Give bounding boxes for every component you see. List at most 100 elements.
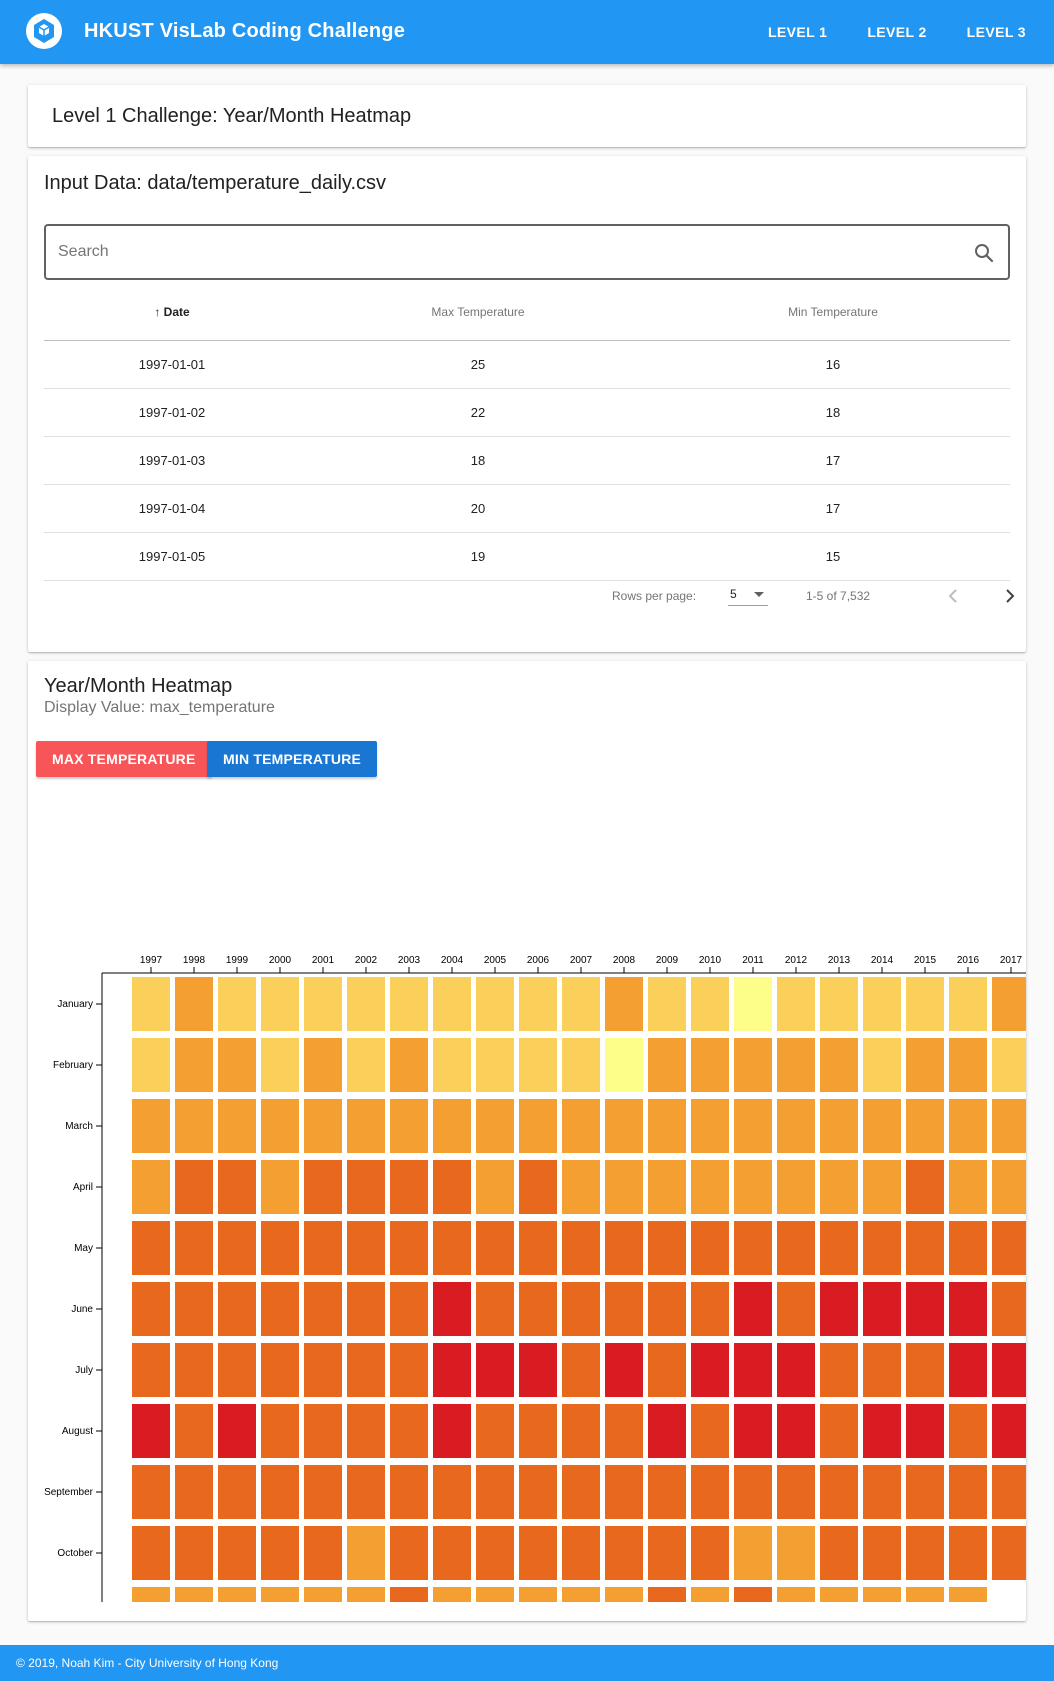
heatmap-cell <box>734 1099 772 1153</box>
heatmap-cell <box>992 1465 1026 1519</box>
heatmap-cell <box>691 1587 729 1602</box>
heatmap-cell <box>519 1465 557 1519</box>
heatmap-cell <box>949 1282 987 1336</box>
rows-per-page-value: 5 <box>730 587 737 601</box>
heatmap-cell <box>648 1526 686 1580</box>
nav-level-3[interactable]: LEVEL 3 <box>951 14 1042 50</box>
heatmap-cell <box>519 1038 557 1092</box>
table-row[interactable]: 1997-01-04 20 17 <box>44 484 1010 533</box>
heatmap-cell <box>777 1221 815 1275</box>
rows-per-page-select[interactable]: 5 <box>728 580 768 606</box>
heatmap-cell <box>820 1038 858 1092</box>
y-tick-label: June <box>71 1304 93 1315</box>
table-row[interactable]: 1997-01-03 18 17 <box>44 436 1010 485</box>
heatmap-cell <box>820 1404 858 1458</box>
chevron-right-icon[interactable] <box>998 584 1022 608</box>
heatmap-cell <box>390 1038 428 1092</box>
column-header-date[interactable]: ↑ Date <box>44 284 300 341</box>
x-tick-label: 2013 <box>828 955 851 966</box>
heatmap-cell <box>949 1160 987 1214</box>
heatmap-cell <box>304 1587 342 1602</box>
heatmap-cell <box>949 1404 987 1458</box>
cell-min-temperature: 18 <box>656 388 1010 437</box>
heatmap-cell <box>261 1343 299 1397</box>
heatmap-cell <box>691 1160 729 1214</box>
heatmap-cell <box>605 1587 643 1602</box>
heatmap-cell <box>175 1587 213 1602</box>
heatmap-cell <box>132 1099 170 1153</box>
heatmap-cell <box>734 1160 772 1214</box>
logo-icon[interactable] <box>26 13 62 49</box>
table-row[interactable]: 1997-01-02 22 18 <box>44 388 1010 437</box>
top-nav: LEVEL 1 LEVEL 2 LEVEL 3 <box>744 0 1042 64</box>
heatmap-cell <box>863 1343 901 1397</box>
input-data-card: Input Data: data/temperature_daily.csv ↑… <box>28 156 1026 652</box>
heatmap-cell <box>433 1282 471 1336</box>
x-tick-label: 2003 <box>398 955 421 966</box>
x-tick-label: 1998 <box>183 955 206 966</box>
heatmap-subtitle: Display Value: max_temperature <box>44 699 275 716</box>
heatmap-cell <box>734 1587 772 1602</box>
heatmap-cell <box>476 1221 514 1275</box>
heatmap-cell <box>562 977 600 1031</box>
heatmap-cell <box>562 1465 600 1519</box>
nav-level-1[interactable]: LEVEL 1 <box>752 14 843 50</box>
heatmap-cell <box>132 1160 170 1214</box>
heatmap-cell <box>390 1587 428 1602</box>
heatmap-cell <box>347 977 385 1031</box>
heatmap-cell <box>433 1465 471 1519</box>
heatmap-cell <box>863 1282 901 1336</box>
heatmap-cell <box>992 1343 1026 1397</box>
heatmap-cell <box>648 1404 686 1458</box>
heatmap-cell <box>132 977 170 1031</box>
heatmap-cell <box>734 1282 772 1336</box>
app-title: HKUST VisLab Coding Challenge <box>84 20 406 42</box>
cell-max-temperature: 22 <box>300 388 656 437</box>
heatmap-cell <box>992 1099 1026 1153</box>
heatmap-cell <box>863 1038 901 1092</box>
nav-level-2[interactable]: LEVEL 2 <box>851 14 942 50</box>
heatmap-cell <box>519 1404 557 1458</box>
heatmap-cell <box>605 1221 643 1275</box>
heatmap-cell <box>476 1282 514 1336</box>
heatmap-cell <box>304 1038 342 1092</box>
heatmap-cell <box>433 1160 471 1214</box>
heatmap-cell <box>476 1099 514 1153</box>
heatmap-cell <box>777 1404 815 1458</box>
heatmap-cell <box>433 1526 471 1580</box>
column-header-min-temperature[interactable]: Min Temperature <box>656 284 1010 341</box>
heatmap-cell <box>433 1038 471 1092</box>
cell-date: 1997-01-04 <box>44 484 300 533</box>
heatmap-cell <box>390 1526 428 1580</box>
table-row[interactable]: 1997-01-01 25 16 <box>44 340 1010 389</box>
heatmap-cell <box>132 1343 170 1397</box>
x-tick-label: 2009 <box>656 955 679 966</box>
y-tick-label: January <box>57 999 93 1010</box>
min-temperature-button[interactable]: MIN TEMPERATURE <box>207 741 378 777</box>
heatmap-cell <box>691 1465 729 1519</box>
chevron-left-icon[interactable] <box>941 584 965 608</box>
heatmap-cell <box>949 1343 987 1397</box>
search-input[interactable] <box>58 226 938 278</box>
cell-date: 1997-01-02 <box>44 388 300 437</box>
heatmap-cell <box>433 1099 471 1153</box>
footer-text: © 2019, Noah Kim - City University of Ho… <box>16 1656 279 1670</box>
heatmap-cell <box>691 1282 729 1336</box>
max-temperature-button[interactable]: MAX TEMPERATURE <box>36 741 212 777</box>
heatmap-cell <box>218 1404 256 1458</box>
heatmap-cell <box>906 1221 944 1275</box>
heatmap-cell <box>175 977 213 1031</box>
column-header-max-temperature[interactable]: Max Temperature <box>300 284 656 341</box>
x-tick-label: 2016 <box>957 955 980 966</box>
heatmap-cell <box>562 1038 600 1092</box>
search-icon[interactable] <box>972 241 996 265</box>
heatmap-cell <box>347 1587 385 1602</box>
heatmap-cell <box>132 1526 170 1580</box>
heatmap-cell <box>261 977 299 1031</box>
heatmap-cell <box>863 1221 901 1275</box>
heatmap-cell <box>218 1221 256 1275</box>
heatmap-cell <box>777 1282 815 1336</box>
heatmap-cell <box>863 1587 901 1602</box>
heatmap-cell <box>820 1282 858 1336</box>
heatmap-cell <box>820 1343 858 1397</box>
